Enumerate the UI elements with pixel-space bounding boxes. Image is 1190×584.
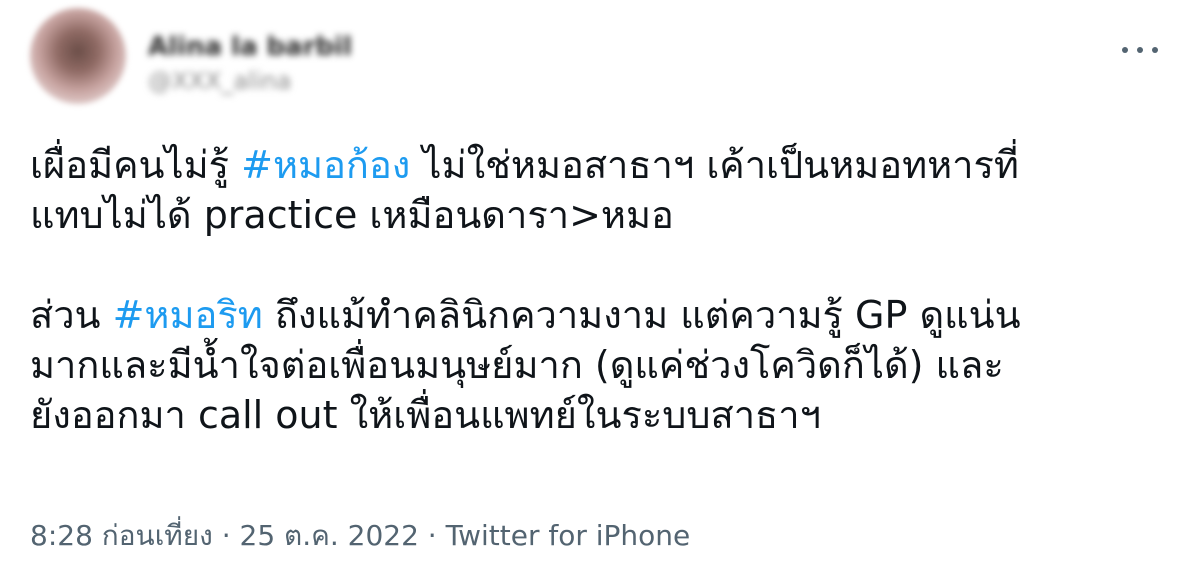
more-dot (1137, 47, 1143, 53)
tweet-header: Alina la barbil @XXX_alina (30, 8, 1160, 118)
text-segment: ถึงแม้ทำคลินิกความงาม แต่ความรู้ GP ดูแน… (262, 293, 1021, 337)
user-handle[interactable]: @XXX_alina (148, 64, 448, 98)
tweet-time[interactable]: 8:28 ก่อนเที่ยง (30, 519, 213, 552)
display-name[interactable]: Alina la barbil (148, 30, 448, 64)
text-segment: ส่วน (30, 293, 113, 337)
tweet-meta: 8:28 ก่อนเที่ยง · 25 ต.ค. 2022 · Twitter… (30, 514, 1160, 558)
avatar[interactable] (30, 8, 126, 104)
tweet-date[interactable]: 25 ต.ค. 2022 (240, 519, 419, 552)
tweet-paragraph: เผื่อมีคนไม่รู้ #หมอก้อง ไม่ใช่หมอสาธาฯ … (30, 140, 1160, 240)
user-info[interactable]: Alina la barbil @XXX_alina (148, 30, 448, 110)
tweet-source[interactable]: Twitter for iPhone (446, 519, 691, 552)
text-segment: แทบไม่ได้ practice เหมือนดารา>หมอ (30, 193, 674, 237)
text-segment: เผื่อมีคนไม่รู้ (30, 143, 242, 187)
text-segment: ไม่ใช่หมอสาธาฯ เค้าเป็นหมอทหารที่ (410, 143, 1019, 187)
hashtag-link[interactable]: #หมอก้อง (241, 143, 410, 187)
tweet-paragraph: ส่วน #หมอริท ถึงแม้ทำคลินิกความงาม แต่คว… (30, 290, 1160, 440)
tweet-text: เผื่อมีคนไม่รู้ #หมอก้อง ไม่ใช่หมอสาธาฯ … (30, 140, 1160, 440)
hashtag-link[interactable]: #หมอริท (113, 293, 263, 337)
tweet-card: Alina la barbil @XXX_alina เผื่อมีคนไม่ร… (0, 0, 1190, 584)
more-dot (1122, 47, 1128, 53)
meta-separator: · (418, 519, 446, 552)
meta-separator: · (212, 519, 240, 552)
more-options-icon[interactable] (1122, 38, 1158, 62)
text-segment: มากและมีน้ำใจต่อเพื่อนมนุษย์มาก (ดูแค่ช่… (30, 343, 1004, 387)
more-dot (1152, 47, 1158, 53)
text-segment: ยังออกมา call out ให้เพื่อนแพทย์ในระบบสา… (30, 393, 821, 437)
